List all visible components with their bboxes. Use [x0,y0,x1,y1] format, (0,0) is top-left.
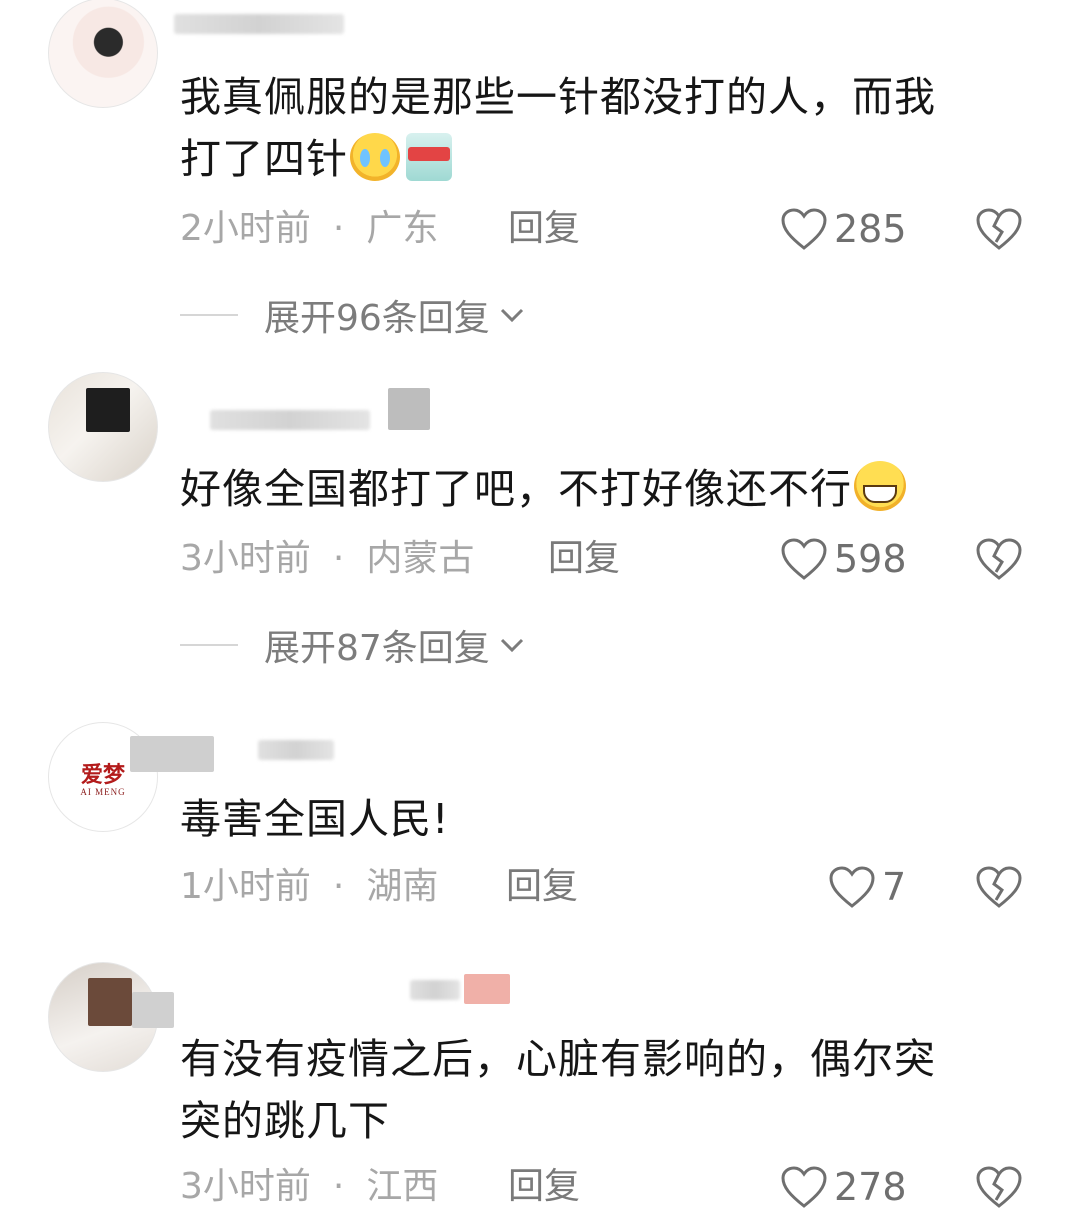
broken-heart-icon[interactable] [974,862,1024,912]
broken-heart-icon[interactable] [974,204,1024,254]
broken-heart-icon[interactable] [974,1162,1024,1212]
comment-time: 1小时前 [180,866,311,907]
avatar-logo-subtext: AI MENG [80,787,126,797]
comment-text-line: 毒害全国人民! [180,795,450,843]
comment-item: 我真佩服的是那些一针都没打的人，而我 打了四针 2小时前 · 广东 回复 285 展… [0,0,1080,360]
comment-item: 有没有疫情之后，心脏有影响的，偶尔突 突的跳几下 3小时前 · 江西 回复 278 [0,950,1080,1209]
separator-dot: · [332,538,345,579]
like-count: 278 [834,1165,907,1209]
username-redacted [174,14,344,34]
comment-text-line: 有没有疫情之后，心脏有影响的，偶尔突 [180,1035,936,1083]
username-redacted [410,980,460,1000]
comment-text-line: 我真佩服的是那些一针都没打的人，而我 [180,73,936,121]
comment-meta: 1小时前 · 湖南 [180,862,438,912]
heart-outline-icon [781,538,827,580]
like-count: 598 [834,537,907,581]
comment-time: 2小时前 [180,208,311,249]
comment-location: 内蒙古 [366,538,475,579]
like-button[interactable]: 7 [828,862,906,912]
comment-item: 爱梦 AI MENG 毒害全国人民! 1小时前 · 湖南 回复 7 [0,690,1080,950]
username-redacted [258,740,334,760]
heart-outline-icon [781,208,827,250]
redaction-block [88,978,132,1026]
comment-text: 毒害全国人民! [180,788,1020,850]
comment-text-line: 好像全国都打了吧，不打好像还不行 [180,465,852,513]
like-count: 285 [834,207,907,251]
flag-badge [464,974,510,1004]
like-button[interactable]: 278 [780,1162,907,1212]
comment-time: 3小时前 [180,1166,311,1207]
comment-meta: 3小时前 · 内蒙古 [180,534,474,584]
redaction-block [130,736,214,772]
comment-text-line: 突的跳几下 [180,1097,390,1145]
divider-line [180,644,238,646]
reply-button[interactable]: 回复 [508,204,580,254]
separator-dot: · [332,866,345,907]
crying-face-emoji [350,133,400,181]
comment-text: 有没有疫情之后，心脏有影响的，偶尔突 突的跳几下 [180,1028,1020,1152]
reply-button[interactable]: 回复 [548,534,620,584]
comment-time: 3小时前 [180,538,311,579]
like-button[interactable]: 598 [780,534,907,584]
comment-text: 好像全国都打了吧，不打好像还不行 [180,458,1020,520]
redaction-block [132,992,174,1028]
chevron-down-icon [500,638,523,653]
reply-button[interactable]: 回复 [506,862,578,912]
expand-replies-button[interactable]: 展开96条回复 [180,290,526,340]
comment-meta: 3小时前 · 江西 [180,1162,438,1212]
chevron-down-icon [500,308,523,323]
username-redacted [210,410,370,430]
expand-replies-button[interactable]: 展开87条回复 [180,620,526,670]
like-button[interactable]: 285 [780,204,907,254]
redaction-block [86,388,130,432]
divider-line [180,314,238,316]
grinning-face-emoji [854,461,906,511]
reply-button[interactable]: 回复 [508,1162,580,1212]
comment-location: 湖南 [366,866,439,907]
expand-replies-label: 展开96条回复 [264,298,490,339]
comment-location: 江西 [366,1166,439,1207]
heart-outline-icon [829,866,875,908]
avatar[interactable] [48,0,158,108]
comment-meta: 2小时前 · 广东 [180,204,438,254]
heart-outline-icon [781,1166,827,1208]
like-count: 7 [882,865,907,909]
separator-dot: · [332,208,345,249]
separator-dot: · [332,1166,345,1207]
comment-item: 好像全国都打了吧，不打好像还不行 3小时前 · 内蒙古 回复 598 展开87条回复 [0,360,1080,690]
expand-replies-label: 展开87条回复 [264,628,490,669]
broken-heart-icon[interactable] [974,534,1024,584]
comment-text-line: 打了四针 [180,135,348,183]
redaction-block [388,388,430,430]
comment-location: 广东 [366,208,439,249]
detergent-pack-sticker [406,133,452,181]
comment-text: 我真佩服的是那些一针都没打的人，而我 打了四针 [180,66,1020,190]
